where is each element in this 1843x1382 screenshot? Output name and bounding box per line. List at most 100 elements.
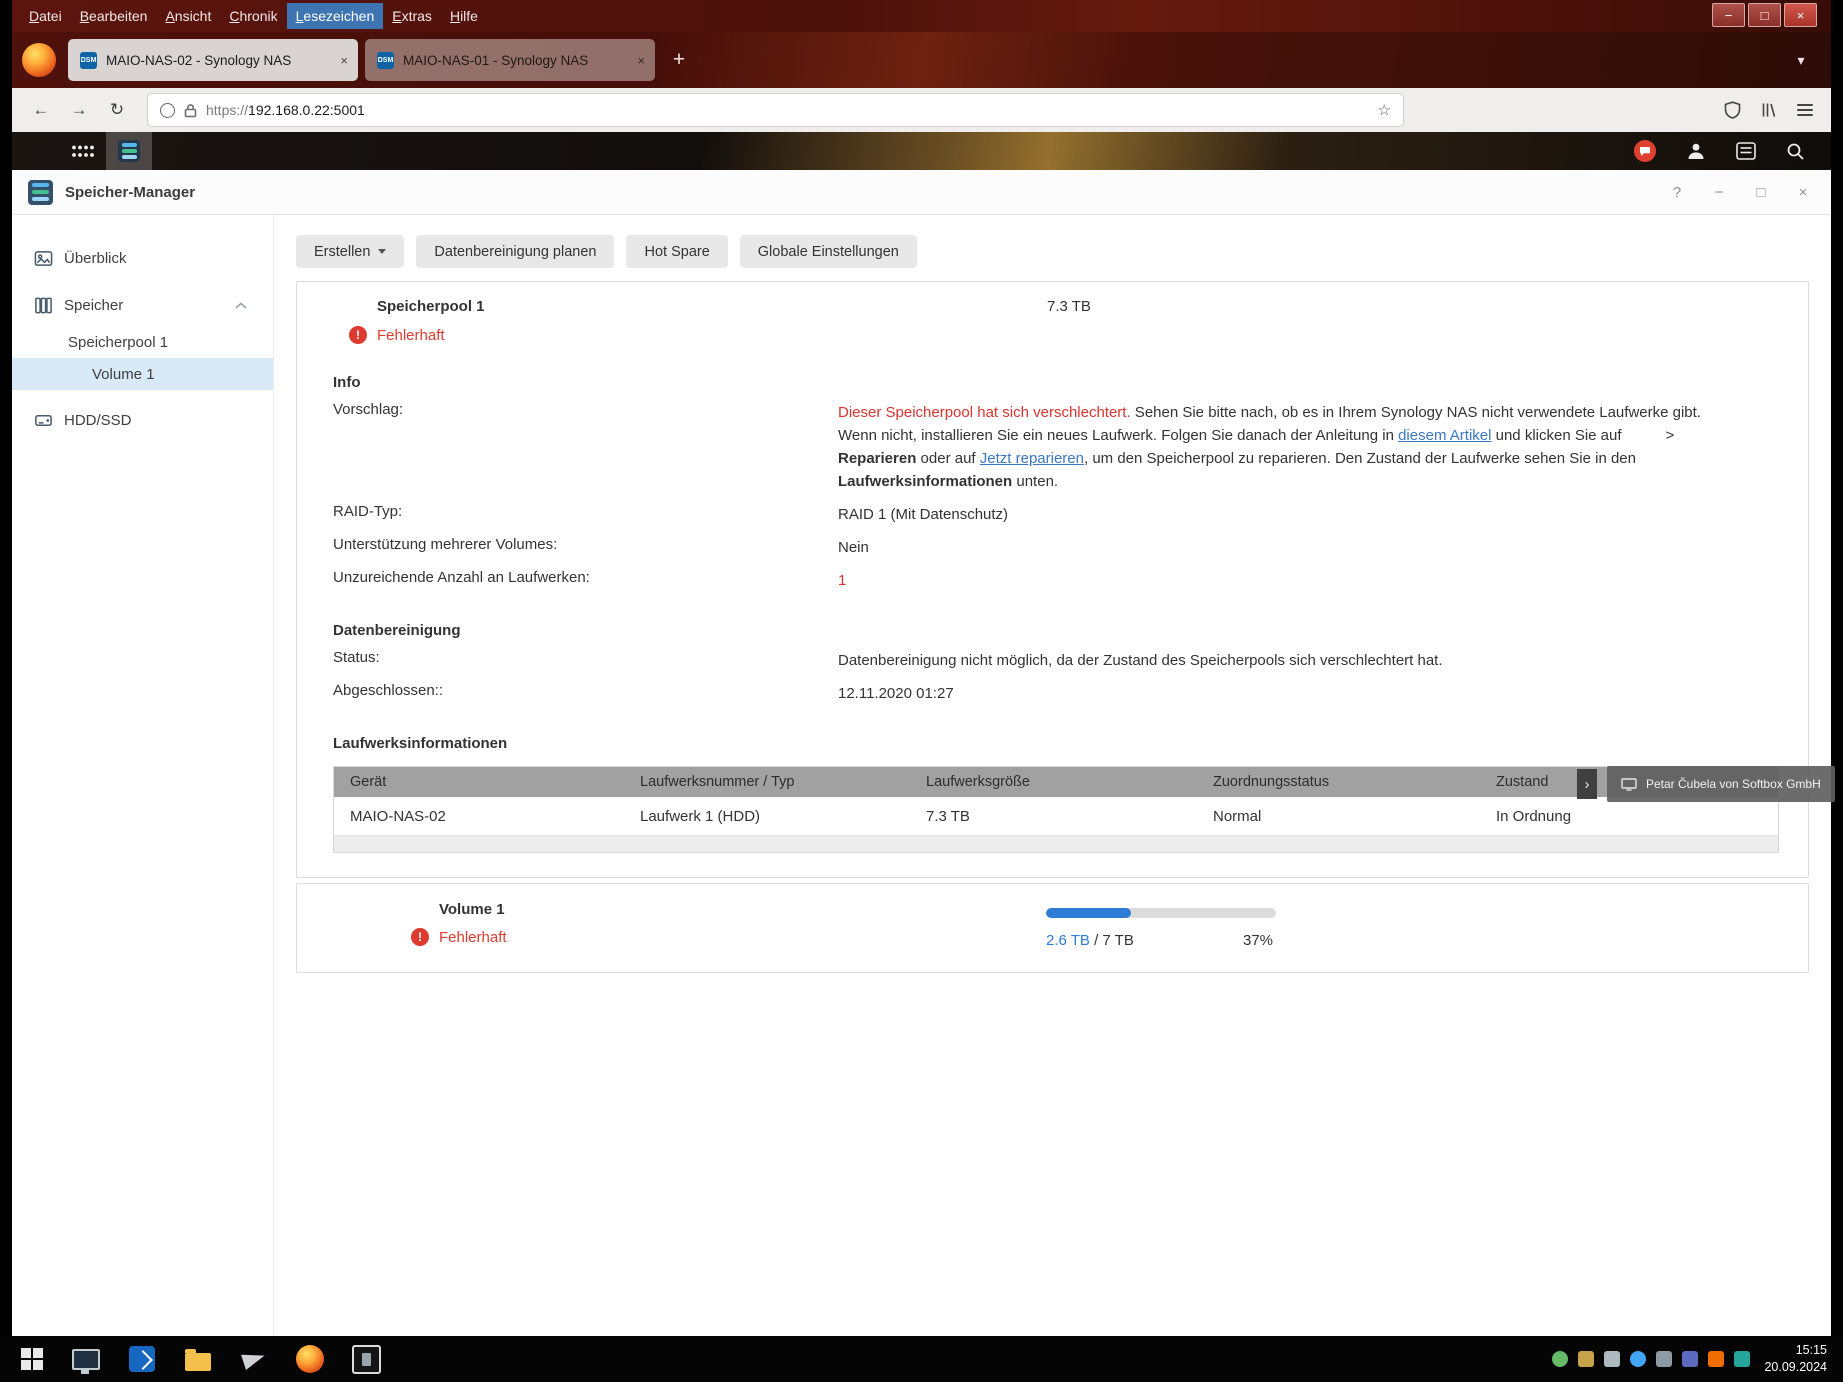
app-menu-icon[interactable] xyxy=(1797,104,1813,116)
tray-icon-7[interactable] xyxy=(1708,1351,1724,1367)
pool-header: Speicherpool 1 7.3 TB xyxy=(297,282,1808,316)
tray-icon-1[interactable] xyxy=(1552,1351,1568,1367)
sidebar-item-volume-1[interactable]: Volume 1 xyxy=(12,358,273,390)
menu-item-bearbeiten[interactable]: Bearbeiten xyxy=(71,3,157,29)
url-scheme: https:// xyxy=(206,102,248,118)
globale-einstellungen-button[interactable]: Globale Einstellungen xyxy=(740,235,917,268)
datenbereinigung-planen-button[interactable]: Datenbereinigung planen xyxy=(416,235,614,268)
monitor-icon xyxy=(72,1349,100,1370)
volume-percent: 37% xyxy=(1243,932,1273,949)
menu-item-extras[interactable]: Extras xyxy=(383,3,441,29)
tray-icon-4[interactable] xyxy=(1630,1351,1646,1367)
suggestion-label: Vorschlag: xyxy=(333,401,838,493)
dsm-favicon-icon: DSM xyxy=(377,52,394,69)
tab-close-icon[interactable]: × xyxy=(637,53,645,68)
tab-close-icon[interactable]: × xyxy=(340,53,348,68)
chevron-up-icon[interactable] xyxy=(235,302,247,309)
menu-item-datei[interactable]: Datei xyxy=(20,3,71,29)
erstellen-button[interactable]: Erstellen xyxy=(296,235,404,268)
storage-manager-window: Speicher-Manager ? − □ × Überblick xyxy=(12,170,1831,1336)
drive-row[interactable]: MAIO-NAS-02 Laufwerk 1 (HDD) 7.3 TB Norm… xyxy=(334,797,1778,836)
volume-status: ! Fehlerhaft xyxy=(411,928,507,946)
sidebar-item-speicher[interactable]: Speicher xyxy=(12,284,273,326)
scrubbing-status-value: Datenbereinigung nicht möglich, da der Z… xyxy=(838,649,1443,672)
firefox-icon[interactable] xyxy=(22,43,56,77)
url-text[interactable]: https://192.168.0.22:5001 xyxy=(206,102,1369,118)
back-button[interactable]: ← xyxy=(24,94,58,126)
menu-item-chronik[interactable]: Chronik xyxy=(220,3,286,29)
taskbar-item-blue-app[interactable] xyxy=(126,1342,158,1376)
widgets-icon[interactable] xyxy=(1736,142,1756,160)
lock-icon[interactable] xyxy=(184,103,197,118)
window-title: Speicher-Manager xyxy=(65,184,195,201)
list-all-tabs-button[interactable]: ▾ xyxy=(1787,46,1815,74)
suggestion-segment: > xyxy=(1666,427,1675,444)
scrubbing-finished-label: Abgeschlossen:: xyxy=(333,682,838,705)
erstellen-button-label: Erstellen xyxy=(314,244,370,260)
url-bar[interactable]: https://192.168.0.22:5001 ☆ xyxy=(148,94,1403,126)
browser-window-controls: − □ × xyxy=(1712,3,1817,27)
search-icon[interactable] xyxy=(1786,142,1805,161)
tray-icon-8[interactable] xyxy=(1734,1351,1750,1367)
repair-now-link[interactable]: Jetzt reparieren xyxy=(980,450,1084,467)
error-icon: ! xyxy=(349,326,367,344)
forward-button[interactable]: → xyxy=(62,94,96,126)
tray-icon-3[interactable] xyxy=(1604,1351,1620,1367)
tray-icon-2[interactable] xyxy=(1578,1351,1594,1367)
raid-type-row: RAID-Typ: RAID 1 (Mit Datenschutz) xyxy=(333,503,1778,526)
sidebar-item-hdd-ssd[interactable]: HDD/SSD xyxy=(12,399,273,441)
storage-manager-icon xyxy=(118,140,140,162)
dsm-page: Speicher-Manager ? − □ × Überblick xyxy=(12,132,1831,1336)
protections-shield-icon[interactable] xyxy=(1724,101,1741,119)
taskbar-item-app-box[interactable] xyxy=(350,1342,382,1376)
taskbar-item-computer[interactable] xyxy=(70,1342,102,1376)
tray-icon-6[interactable] xyxy=(1682,1351,1698,1367)
dsm-storage-manager-taskbar-button[interactable] xyxy=(106,132,152,170)
taskbar-item-firefox[interactable] xyxy=(294,1342,326,1376)
insufficient-drives-row: Unzureichende Anzahl an Laufwerken: 1 xyxy=(333,569,1778,592)
taskbar-item-file-explorer[interactable] xyxy=(182,1342,214,1376)
column-geraet: Gerät xyxy=(334,767,624,797)
taskbar-clock[interactable]: 15:15 20.09.2024 xyxy=(1764,1342,1827,1376)
user-icon[interactable] xyxy=(1686,141,1706,161)
close-button[interactable]: × xyxy=(1795,184,1811,201)
browser-minimize-button[interactable]: − xyxy=(1712,3,1745,27)
storage-manager-titlebar[interactable]: Speicher-Manager ? − □ × xyxy=(12,170,1831,215)
tab-maio-nas-02[interactable]: DSM MAIO-NAS-02 - Synology NAS × xyxy=(68,39,358,81)
url-host: 192.168.0.22:5001 xyxy=(248,102,365,118)
taskbar-item-messenger[interactable] xyxy=(238,1342,270,1376)
new-tab-button[interactable]: + xyxy=(662,43,696,77)
reload-button[interactable]: ↻ xyxy=(100,94,134,126)
volume-status-text: Fehlerhaft xyxy=(439,929,507,946)
scrubbing-heading: Datenbereinigung xyxy=(333,622,1778,639)
permissions-icon[interactable] xyxy=(160,103,175,118)
browser-restore-button[interactable]: □ xyxy=(1748,3,1781,27)
volume-panel[interactable]: Volume 1 ! Fehlerhaft 2.6 TB / 7 TB 37% xyxy=(296,883,1809,973)
chat-notification-icon[interactable] xyxy=(1634,140,1656,162)
library-icon[interactable] xyxy=(1761,102,1777,118)
bookmark-star-icon[interactable]: ☆ xyxy=(1378,101,1391,119)
maximize-button[interactable]: □ xyxy=(1753,184,1769,201)
help-button[interactable]: ? xyxy=(1669,184,1685,201)
start-button[interactable] xyxy=(10,1336,54,1382)
drive-table-footer xyxy=(334,836,1778,852)
volume-name: Volume 1 xyxy=(439,901,505,918)
insufficient-drives-label: Unzureichende Anzahl an Laufwerken: xyxy=(333,569,838,592)
minimize-button[interactable]: − xyxy=(1711,184,1727,201)
drive-info-heading: Laufwerksinformationen xyxy=(333,735,1778,752)
tab-maio-nas-01[interactable]: DSM MAIO-NAS-01 - Synology NAS × xyxy=(365,39,655,81)
multi-volume-label: Unterstützung mehrerer Volumes: xyxy=(333,536,838,559)
hot-spare-button[interactable]: Hot Spare xyxy=(626,235,727,268)
hdd-icon xyxy=(34,411,53,430)
sidebar-item-speicherpool-1[interactable]: Speicherpool 1 xyxy=(12,326,273,358)
suggestion-segment: und klicken Sie auf xyxy=(1491,427,1621,444)
article-link[interactable]: diesem Artikel xyxy=(1398,427,1491,444)
dsm-main-menu-button[interactable] xyxy=(60,132,106,170)
cell-device: MAIO-NAS-02 xyxy=(334,797,624,835)
menu-item-ansicht[interactable]: Ansicht xyxy=(156,3,220,29)
tray-icon-5[interactable] xyxy=(1656,1351,1672,1367)
sidebar-item-ueberblick[interactable]: Überblick xyxy=(12,237,273,279)
browser-close-button[interactable]: × xyxy=(1784,3,1817,27)
menu-item-lesezeichen[interactable]: Lesezeichen xyxy=(287,3,384,29)
menu-item-hilfe[interactable]: Hilfe xyxy=(441,3,487,29)
